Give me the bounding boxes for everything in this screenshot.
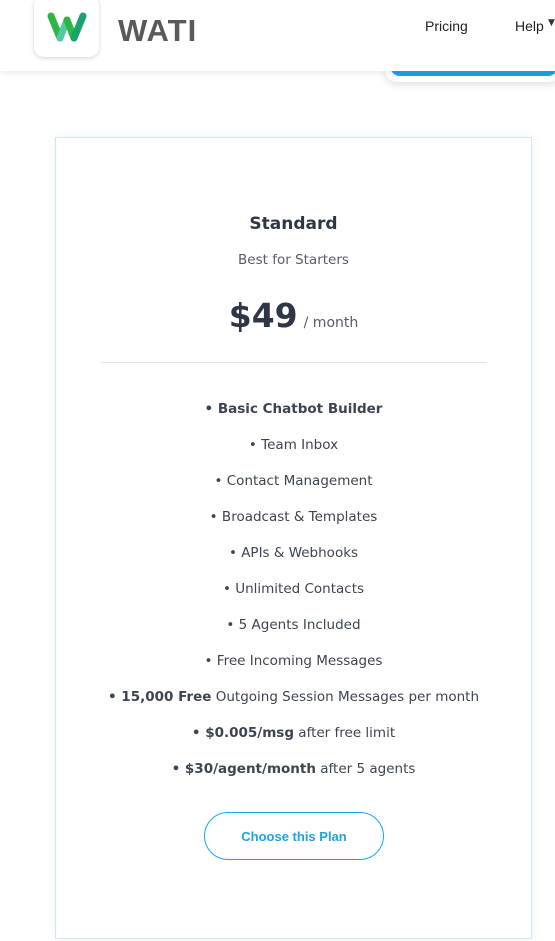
plan-price-row: $49 / month <box>56 296 531 335</box>
feature-bold: • $30/agent/month <box>171 761 316 777</box>
feature-item: • Team Inbox <box>56 435 531 471</box>
nav-help-link[interactable]: Help <box>515 18 544 34</box>
feature-item: • 15,000 Free Outgoing Session Messages … <box>56 687 531 723</box>
feature-text: • Broadcast & Templates <box>209 509 378 525</box>
feature-text: Outgoing Session Messages per month <box>211 689 480 705</box>
plan-name: Standard <box>249 214 338 234</box>
feature-item: • Contact Management <box>56 471 531 507</box>
plan-subtitle: Best for Starters <box>238 252 349 268</box>
choose-plan-button[interactable]: Choose this Plan <box>204 812 384 860</box>
feature-item: • Free Incoming Messages <box>56 651 531 687</box>
top-nav-bar: WATI Pricing Help ▼ <box>0 0 555 71</box>
feature-item: • APIs & Webhooks <box>56 543 531 579</box>
feature-item: • 5 Agents Included <box>56 615 531 651</box>
feature-text: after free limit <box>294 725 396 741</box>
feature-item: • Unlimited Contacts <box>56 579 531 615</box>
wati-logo-icon[interactable] <box>34 0 99 57</box>
feature-text: • Free Incoming Messages <box>204 653 383 669</box>
brand-logo-text[interactable]: WATI <box>118 13 197 49</box>
feature-text: after 5 agents <box>315 761 416 777</box>
plan-price: $49 <box>228 296 298 335</box>
feature-item: • $30/agent/month after 5 agents <box>56 759 531 795</box>
plan-period: / month <box>303 315 359 331</box>
feature-item: • Basic Chatbot Builder <box>56 399 531 435</box>
divider <box>101 362 487 363</box>
feature-text: • Team Inbox <box>248 437 339 453</box>
feature-list: • Basic Chatbot Builder • Team Inbox • C… <box>56 399 531 795</box>
feature-text: • 5 Agents Included <box>226 617 361 633</box>
feature-bold: • Basic Chatbot Builder <box>204 401 383 417</box>
nav-pricing-link[interactable]: Pricing <box>425 18 468 34</box>
feature-item: • $0.005/msg after free limit <box>56 723 531 759</box>
chevron-down-icon[interactable]: ▼ <box>548 18 555 28</box>
wati-w-logo-icon <box>47 12 86 41</box>
feature-bold: • $0.005/msg <box>191 725 294 741</box>
feature-text: • APIs & Webhooks <box>228 545 359 561</box>
feature-item: • Broadcast & Templates <box>56 507 531 543</box>
feature-text: • Contact Management <box>214 473 373 489</box>
feature-bold: • 15,000 Free <box>107 689 212 705</box>
feature-text: • Unlimited Contacts <box>222 581 365 597</box>
pricing-card-standard: Standard Best for Starters $49 / month • … <box>55 137 532 939</box>
